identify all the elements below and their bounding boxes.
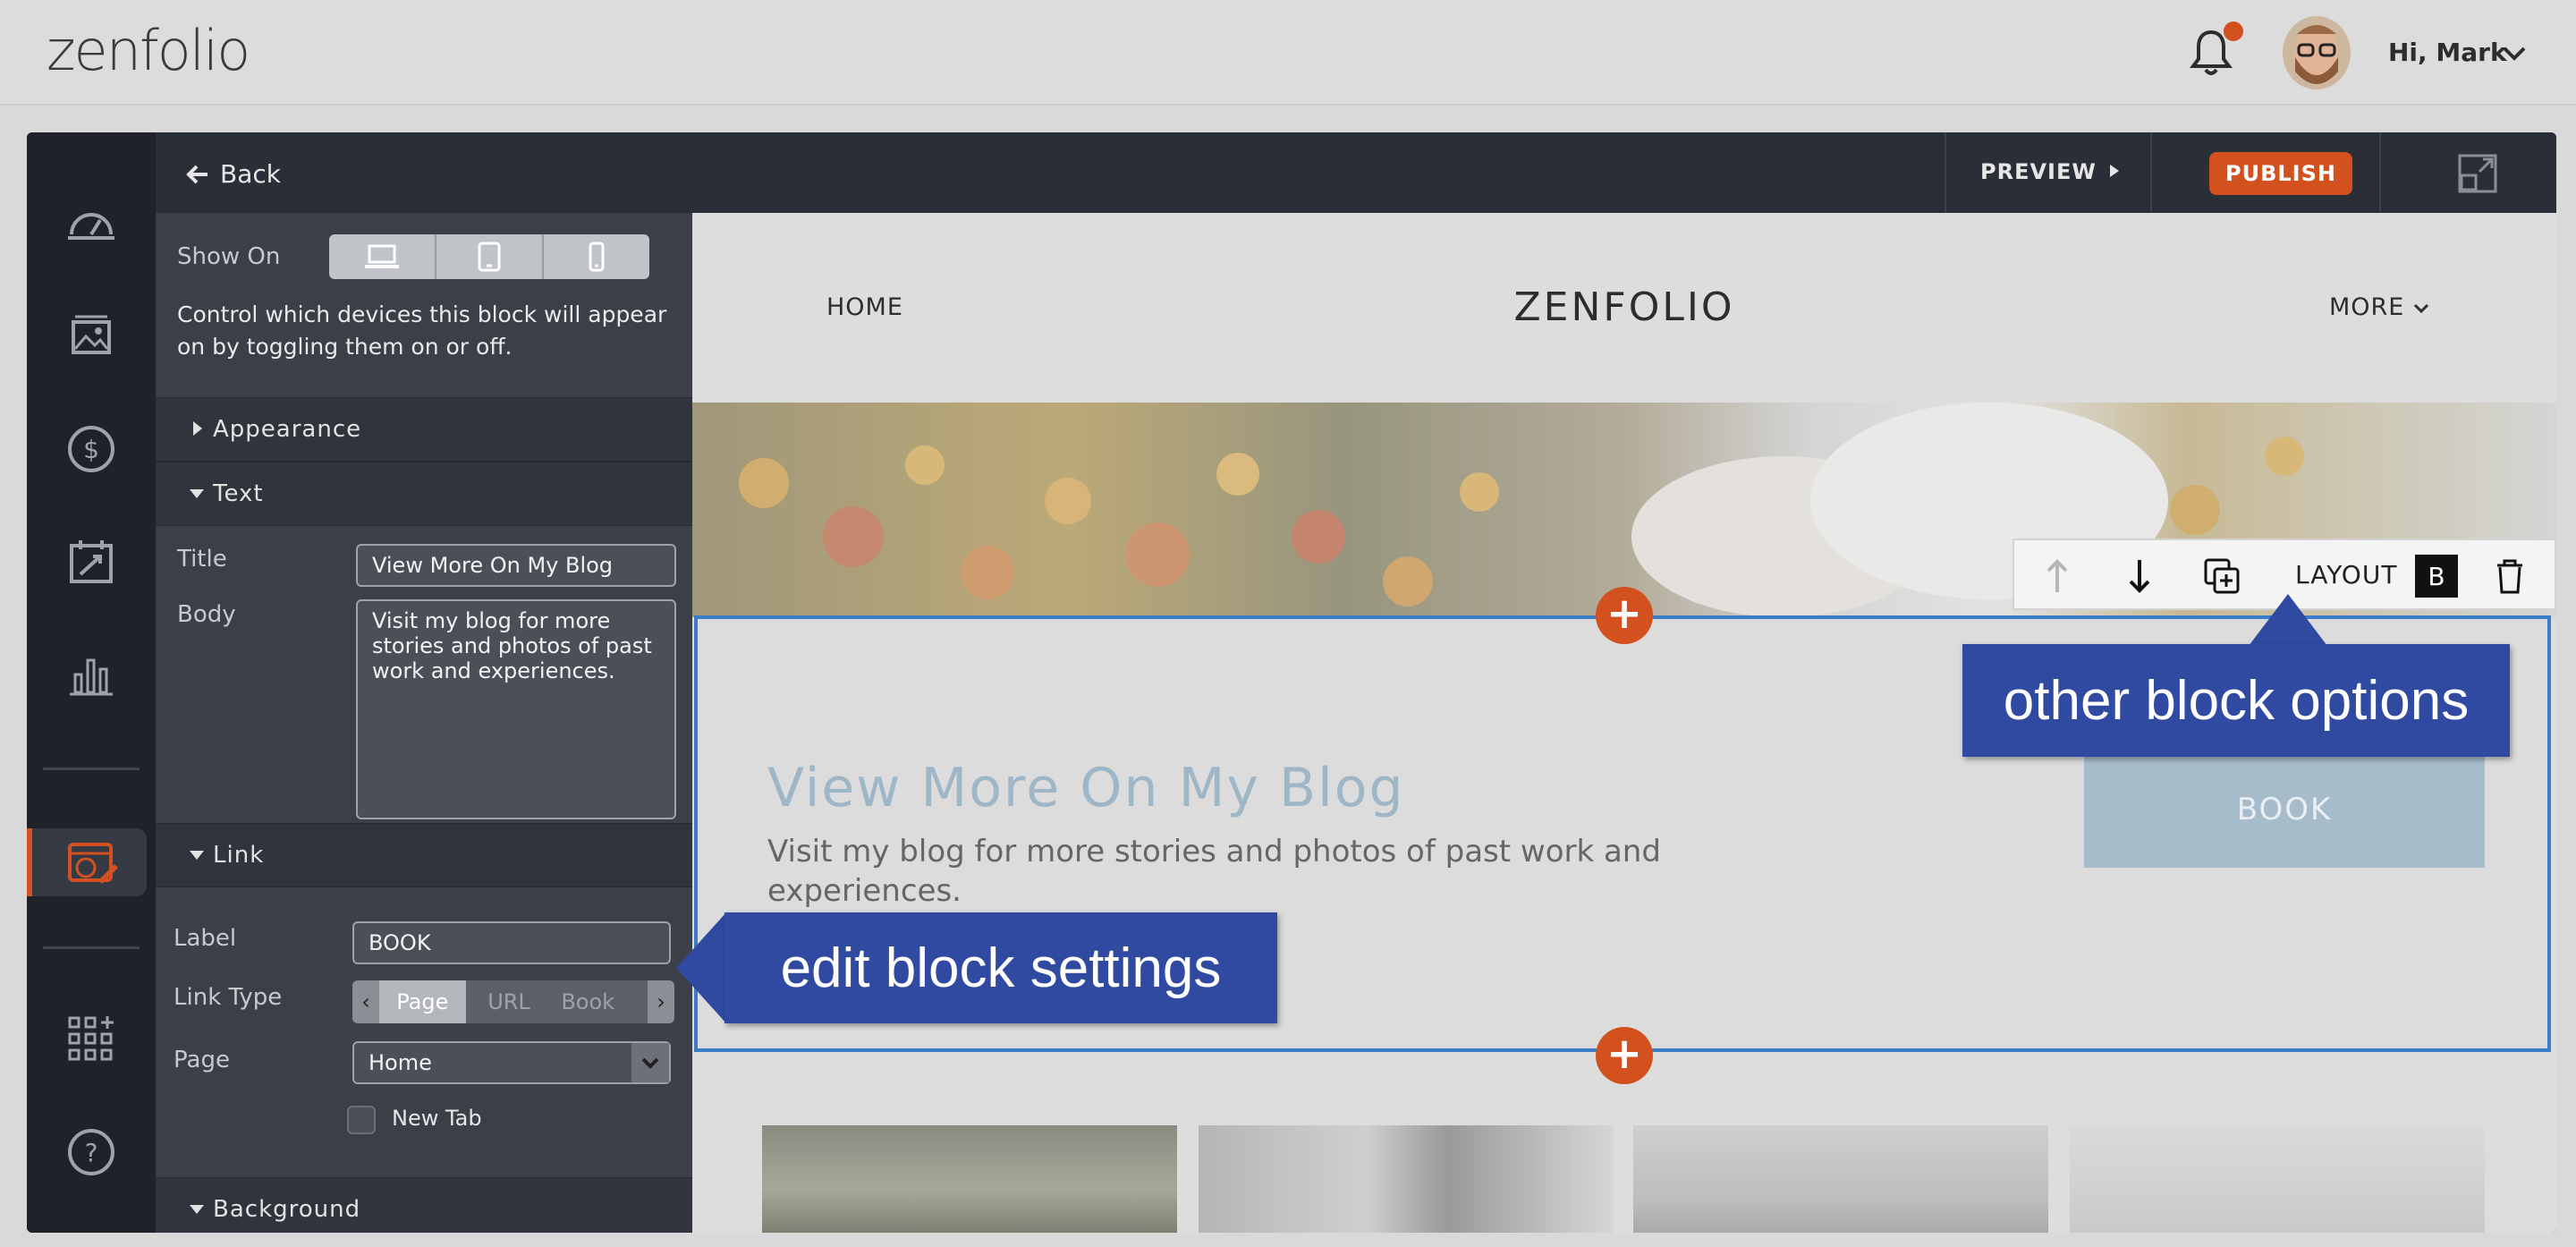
zenfolio-logo[interactable]: zenfolio [47,18,250,83]
user-greeting[interactable]: Hi, Mark [2388,38,2507,67]
gallery-thumbnail[interactable] [1633,1125,2048,1233]
link-type-label: Link Type [174,984,283,1011]
preview-button[interactable]: PREVIEW [1980,159,2121,184]
website-icon[interactable] [64,836,118,889]
gallery-thumbnail[interactable] [762,1125,1177,1233]
block-body[interactable]: Visit my blog for more stories and photo… [767,832,1805,911]
top-header: zenfolio Hi, Mark [0,0,2576,106]
phone-icon [589,242,605,272]
layout-label[interactable]: LAYOUT [2295,560,2397,590]
chevron-right-icon[interactable]: › [648,980,674,1023]
link-type-page[interactable]: Page [379,980,466,1023]
other-block-options-callout: other block options [1962,644,2510,757]
body-textarea[interactable]: Visit my blog for more stories and photo… [356,599,676,819]
trash-icon[interactable] [2490,556,2529,596]
new-tab-label: New Tab [392,1106,482,1131]
link-label: Link [213,842,265,869]
caret-right-icon [193,421,202,436]
svg-text:?: ? [85,1138,98,1167]
svg-text:$: $ [83,435,99,464]
background-section-header[interactable]: Background [156,1177,692,1233]
arrow-left-icon [186,165,208,183]
label-label: Label [174,925,237,952]
desktop-toggle[interactable] [329,234,436,279]
caret-down-icon [190,489,204,498]
icon-rail: $ ? [27,132,156,1233]
appearance-label: Appearance [213,416,362,443]
add-block-above-button[interactable]: + [1596,587,1653,644]
show-on-label: Show On [177,243,281,270]
play-icon [2110,165,2120,177]
new-tab-checkbox[interactable] [347,1106,376,1134]
background-label: Background [213,1196,361,1223]
site-nav-more[interactable]: MORE [2329,293,2429,321]
back-button[interactable]: Back [186,159,281,189]
link-section-header[interactable]: Link [156,823,692,887]
dashboard-icon[interactable] [64,197,118,250]
publish-button[interactable]: PUBLISH [2209,152,2352,195]
apps-icon[interactable] [64,1013,118,1066]
link-type-book[interactable]: Book [552,980,648,1023]
help-icon[interactable]: ? [64,1125,118,1179]
page-select-value: Home [369,1050,432,1075]
site-nav-more-label: MORE [2329,293,2405,321]
callout-arrow [2249,594,2327,646]
text-label: Text [213,480,264,507]
callout-arrow [676,912,726,1023]
notification-badge [2224,21,2243,41]
calendar-icon[interactable] [64,535,118,589]
preview-label: PREVIEW [1980,159,2097,184]
book-button[interactable]: BOOK [2084,751,2485,868]
link-type-url[interactable]: URL [466,980,553,1023]
toolbar-divider [2150,132,2152,213]
photos-icon[interactable] [64,310,118,363]
page-label: Page [174,1047,230,1073]
chevron-left-icon[interactable]: ‹ [352,980,379,1023]
link-type-selector: ‹ Page URL Book › [352,980,674,1023]
mobile-toggle[interactable] [544,234,649,279]
duplicate-icon[interactable] [2202,556,2241,596]
appearance-section-header[interactable]: Appearance [156,397,692,462]
avatar[interactable] [2283,16,2351,89]
gallery-thumbnail[interactable] [1199,1125,1614,1233]
chevron-down-icon[interactable] [2501,41,2528,64]
gallery-thumbnail[interactable] [2070,1125,2485,1233]
block-settings-panel: Back Show On Control which devices this … [156,132,692,1233]
rail-divider [43,768,140,770]
tablet-toggle[interactable] [436,234,544,279]
chevron-down-icon [631,1043,669,1082]
back-bar: Back [156,132,692,213]
back-label: Back [220,159,281,189]
laptop-icon [365,244,399,268]
device-toggle-group [329,234,649,279]
layout-value[interactable]: B [2415,555,2458,598]
block-title[interactable]: View More On My Blog [767,757,1405,819]
chevron-down-icon [2413,303,2429,314]
editor-toolbar: PREVIEW PUBLISH [692,132,2556,213]
rail-divider [43,946,140,949]
move-down-icon[interactable] [2120,556,2159,596]
caret-down-icon [190,851,204,860]
toolbar-divider [1945,132,1946,213]
toolbar-divider [2379,132,2381,213]
show-on-description: Control which devices this block will ap… [177,301,667,360]
move-up-icon[interactable] [2038,556,2077,596]
title-label: Title [177,546,227,573]
page-select[interactable]: Home [352,1041,671,1084]
body-label: Body [177,601,236,628]
expand-icon[interactable] [2458,154,2497,193]
edit-block-settings-callout: edit block settings [724,912,1277,1023]
add-block-below-button[interactable]: + [1596,1027,1653,1084]
label-input[interactable]: BOOK [352,921,671,964]
dollar-icon[interactable]: $ [64,422,118,476]
site-brand: ZENFOLIO [1513,284,1735,330]
text-section-header[interactable]: Text [156,462,692,526]
caret-down-icon [190,1205,204,1214]
chart-icon[interactable] [64,648,118,701]
title-input[interactable]: View More On My Blog [356,544,676,587]
tablet-icon [478,242,501,272]
